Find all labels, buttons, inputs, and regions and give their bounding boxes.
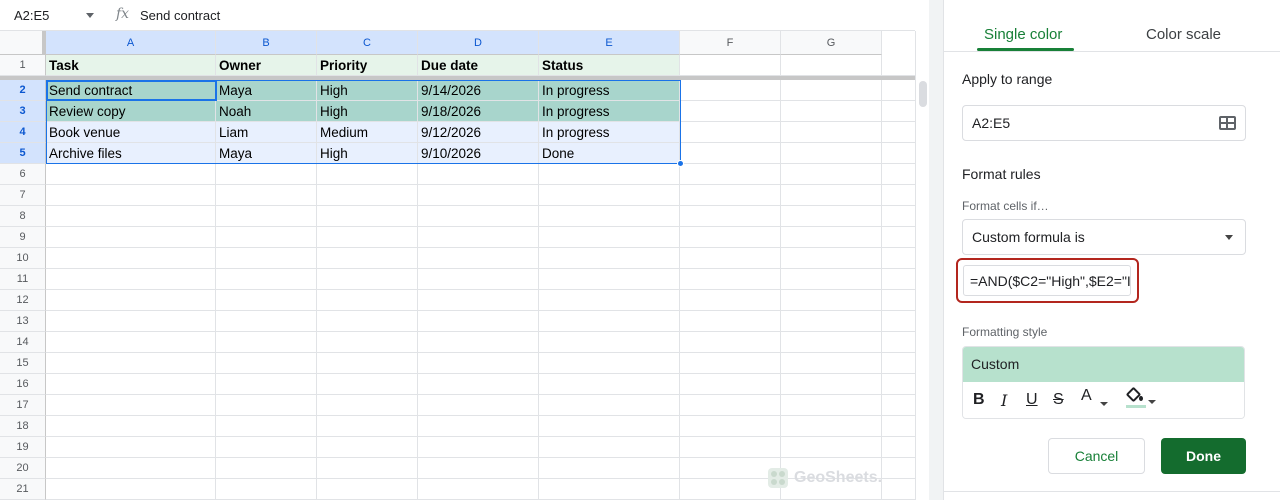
row-header-2[interactable]: 2: [0, 80, 46, 101]
grid-line: [46, 436, 915, 437]
tabs-divider: [943, 51, 1280, 52]
watermark-text: GeoSheets.: [794, 469, 883, 486]
chevron-down-icon[interactable]: [1148, 400, 1156, 404]
chevron-down-icon[interactable]: [86, 13, 94, 18]
grid-line: [46, 394, 915, 395]
format-rules-label: Format rules: [962, 166, 1041, 182]
column-header-b[interactable]: B: [216, 31, 317, 55]
grid-line: [46, 289, 915, 290]
header-cell[interactable]: Due date: [418, 55, 539, 76]
grid-line: [780, 55, 781, 500]
row-header-21[interactable]: 21: [0, 479, 46, 500]
style-preview-dropdown[interactable]: Custom: [963, 347, 1244, 382]
done-button[interactable]: Done: [1161, 438, 1246, 474]
format-cells-if-label: Format cells if…: [962, 199, 1049, 213]
column-header-e[interactable]: E: [539, 31, 680, 55]
bold-icon[interactable]: B: [973, 391, 985, 409]
grid-line: [46, 247, 915, 248]
select-range-icon[interactable]: [1219, 116, 1236, 130]
active-cell[interactable]: [46, 80, 217, 101]
fill-handle[interactable]: [677, 160, 684, 167]
column-header-d[interactable]: D: [418, 31, 539, 55]
apply-to-range-label: Apply to range: [962, 71, 1053, 87]
name-box-value: A2:E5: [14, 8, 50, 23]
formatting-style-box: Custom B I U S A: [962, 346, 1245, 419]
grid-line: [46, 457, 915, 458]
grid-line: [46, 415, 915, 416]
row-header-1[interactable]: 1: [0, 55, 46, 76]
spreadsheet-grid[interactable]: A B C D E F G 1 2 3 4 5 6 7 8 9 10 11 12 13 14 15 16 17 18 19 20 21…: [0, 31, 915, 500]
row-header-15[interactable]: 15: [0, 353, 46, 374]
row-header-9[interactable]: 9: [0, 227, 46, 248]
row-header-3[interactable]: 3: [0, 101, 46, 122]
row-header-5[interactable]: 5: [0, 143, 46, 164]
underline-icon[interactable]: U: [1026, 391, 1038, 409]
row-header-13[interactable]: 13: [0, 311, 46, 332]
grid-line: [46, 310, 915, 311]
range-input-value: A2:E5: [972, 115, 1011, 131]
column-header-c[interactable]: C: [317, 31, 418, 55]
row-header-11[interactable]: 11: [0, 269, 46, 290]
row-header-7[interactable]: 7: [0, 185, 46, 206]
grid-line: [881, 55, 882, 500]
chevron-down-icon[interactable]: [1100, 402, 1108, 406]
grid-line: [46, 205, 915, 206]
row-header-8[interactable]: 8: [0, 206, 46, 227]
row-header-6[interactable]: 6: [0, 164, 46, 185]
header-cell[interactable]: Priority: [317, 55, 418, 76]
row-header-20[interactable]: 20: [0, 458, 46, 479]
range-input[interactable]: A2:E5: [962, 105, 1246, 141]
row-header-17[interactable]: 17: [0, 395, 46, 416]
condition-dropdown[interactable]: Custom formula is: [962, 219, 1246, 255]
cancel-button[interactable]: Cancel: [1048, 438, 1145, 474]
grid-line: [46, 331, 915, 332]
formula-highlight-outline: =AND($C2="High",$E2="I: [956, 258, 1139, 303]
panel-bottom-divider: [943, 491, 1280, 492]
watermark: GeoSheets.: [768, 468, 882, 488]
custom-formula-input[interactable]: =AND($C2="High",$E2="I: [963, 265, 1131, 296]
chevron-down-icon[interactable]: [1225, 235, 1233, 240]
row-header-14[interactable]: 14: [0, 332, 46, 353]
italic-icon[interactable]: I: [1001, 391, 1007, 410]
tab-single-color[interactable]: Single color: [984, 26, 1062, 43]
formatting-style-label: Formatting style: [962, 325, 1048, 339]
row-header-12[interactable]: 12: [0, 290, 46, 311]
header-cell[interactable]: Owner: [216, 55, 317, 76]
formula-bar: A2:E5 fx Send contract: [0, 0, 915, 31]
scrollbar-thumb[interactable]: [919, 81, 927, 107]
condition-value: Custom formula is: [972, 229, 1085, 245]
column-header-f[interactable]: F: [680, 31, 781, 55]
grid-line: [46, 352, 915, 353]
grid-line: [46, 268, 915, 269]
row-header-4[interactable]: 4: [0, 122, 46, 143]
formula-input[interactable]: Send contract: [140, 8, 220, 23]
row-header-16[interactable]: 16: [0, 374, 46, 395]
column-header-g[interactable]: G: [781, 31, 882, 55]
row-header-18[interactable]: 18: [0, 416, 46, 437]
fx-icon: fx: [116, 6, 130, 22]
row-header-19[interactable]: 19: [0, 437, 46, 458]
tab-color-scale[interactable]: Color scale: [1146, 26, 1221, 43]
header-cell[interactable]: Status: [539, 55, 680, 76]
strikethrough-icon[interactable]: S: [1053, 391, 1064, 409]
select-all-corner[interactable]: [0, 31, 46, 55]
grid-line: [46, 184, 915, 185]
panel-gutter: [929, 0, 943, 500]
grid-line: [46, 373, 915, 374]
vertical-scrollbar[interactable]: [915, 31, 929, 500]
column-header-a[interactable]: A: [46, 31, 216, 55]
fill-color-icon[interactable]: [1125, 386, 1146, 409]
formatting-toolbar: B I U S A: [963, 382, 1244, 418]
header-cell[interactable]: Task: [46, 55, 216, 76]
row-header-10[interactable]: 10: [0, 248, 46, 269]
geosheets-logo-icon: [768, 468, 788, 488]
name-box[interactable]: A2:E5: [0, 0, 106, 31]
text-color-icon[interactable]: A: [1081, 387, 1092, 405]
grid-line: [46, 226, 915, 227]
